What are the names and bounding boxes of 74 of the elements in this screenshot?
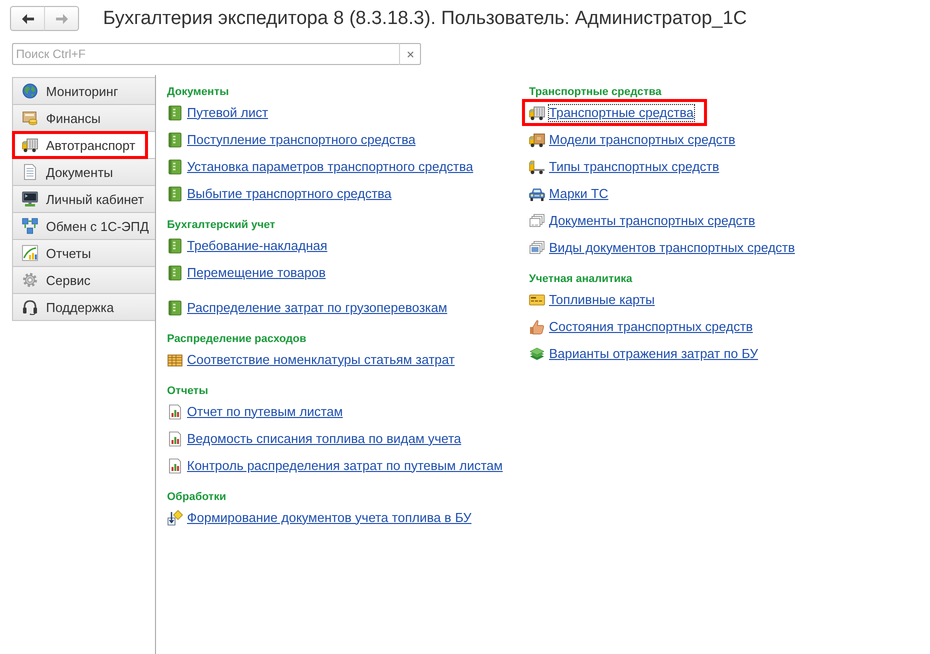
section-title: Учетная аналитика — [529, 272, 634, 286]
layers-icon — [529, 346, 545, 362]
chart-icon — [22, 245, 38, 261]
section-title: Обработки — [167, 490, 228, 504]
sidebar-item[interactable]: Поддержка — [12, 293, 155, 321]
report-icon — [167, 458, 183, 474]
nav-link[interactable]: Отчет по путевым листам — [187, 404, 343, 420]
table-icon — [167, 352, 183, 368]
nav-link[interactable]: Соответствие номенклатуры статьям затрат — [187, 352, 455, 368]
nav-link[interactable]: Путевой лист — [187, 104, 268, 120]
section-title: Транспортные средства — [529, 85, 662, 99]
nav-link[interactable]: Перемещение товаров — [187, 264, 326, 280]
flatbed-truck-icon — [529, 158, 545, 174]
book-icon — [167, 264, 183, 280]
truck-icon — [529, 104, 545, 120]
truck-icon — [22, 137, 38, 153]
monitor-icon — [22, 191, 38, 207]
coins-icon — [22, 110, 38, 126]
book-icon — [167, 300, 183, 316]
book-icon — [167, 238, 183, 254]
section-title: Отчеты — [167, 384, 210, 398]
stacked-pages-icon — [529, 212, 545, 228]
sidebar-item[interactable]: Мониторинг — [12, 77, 155, 105]
nav-link[interactable]: Ведомость списания топлива по видам учета — [187, 430, 462, 446]
thumbs-up-icon — [529, 318, 545, 334]
document-icon — [22, 164, 38, 180]
report-icon — [167, 404, 183, 420]
section-title: Распределение расходов — [167, 332, 308, 346]
sidebar-item[interactable]: Документы — [12, 158, 155, 186]
arrow-right-icon — [56, 14, 68, 24]
sidebar-item[interactable]: Сервис — [12, 266, 155, 294]
nav-link[interactable]: Поступление транспортного средства — [187, 132, 416, 148]
gear-icon — [22, 272, 38, 288]
book-icon — [167, 132, 183, 148]
nav-link[interactable]: Виды документов транспортных средств — [549, 240, 795, 256]
sidebar-item[interactable]: Отчеты — [12, 239, 155, 267]
book-icon — [167, 104, 183, 120]
nav-link[interactable]: Варианты отражения затрат по БУ — [549, 346, 758, 362]
network-icon — [22, 218, 38, 234]
globe-icon — [22, 83, 38, 99]
window-title: Бухгалтерия экспедитора 8 (8.3.18.3). Пользователь: Администратор_1С — [103, 6, 747, 30]
arrow-diamond-icon — [167, 510, 183, 526]
stacked-images-icon — [529, 240, 545, 256]
nav-link[interactable]: Модели транспортных средств — [549, 132, 736, 148]
box-truck-icon — [529, 132, 545, 148]
nav-link[interactable]: Формирование документов учета топлива в БУ — [187, 510, 472, 526]
section-title: Документы — [167, 85, 230, 99]
book-icon — [167, 158, 183, 174]
nav-link[interactable]: Контроль распределения затрат по путевым листам — [187, 458, 503, 474]
close-icon — [406, 50, 414, 58]
nav-link[interactable]: Транспортные средства — [549, 104, 694, 120]
report-icon — [167, 430, 183, 446]
nav-link[interactable]: Требование-накладная — [187, 238, 328, 254]
search-field[interactable]: Поиск Ctrl+F — [12, 43, 400, 65]
sidebar-item[interactable]: Обмен с 1С-ЭПД — [12, 212, 155, 240]
nav-link[interactable]: Состояния транспортных средств — [549, 318, 753, 334]
clear-button[interactable] — [400, 43, 421, 65]
book-icon — [167, 186, 183, 202]
sidebar-item[interactable]: Автотранспорт — [12, 131, 148, 159]
back-button[interactable] — [10, 6, 45, 31]
car-icon — [529, 186, 545, 202]
nav-link[interactable]: Документы транспортных средств — [549, 212, 756, 228]
nav-link[interactable]: Типы транспортных средств — [549, 158, 720, 174]
card-icon — [529, 292, 545, 308]
nav-link[interactable]: Выбытие транспортного средства — [187, 186, 392, 202]
sidebar-item[interactable]: Личный кабинет — [12, 185, 155, 213]
nav-link[interactable]: Распределение затрат по грузоперевозкам — [187, 300, 448, 316]
headset-icon — [22, 299, 38, 315]
nav-link[interactable]: Марки ТС — [549, 186, 608, 202]
arrow-left-icon — [22, 14, 34, 24]
section-title: Бухгалтерский учет — [167, 218, 276, 232]
nav-link[interactable]: Топливные карты — [549, 292, 655, 308]
nav-link[interactable]: Установка параметров транспортного средства — [187, 158, 474, 174]
sidebar-item[interactable]: Финансы — [12, 104, 155, 132]
